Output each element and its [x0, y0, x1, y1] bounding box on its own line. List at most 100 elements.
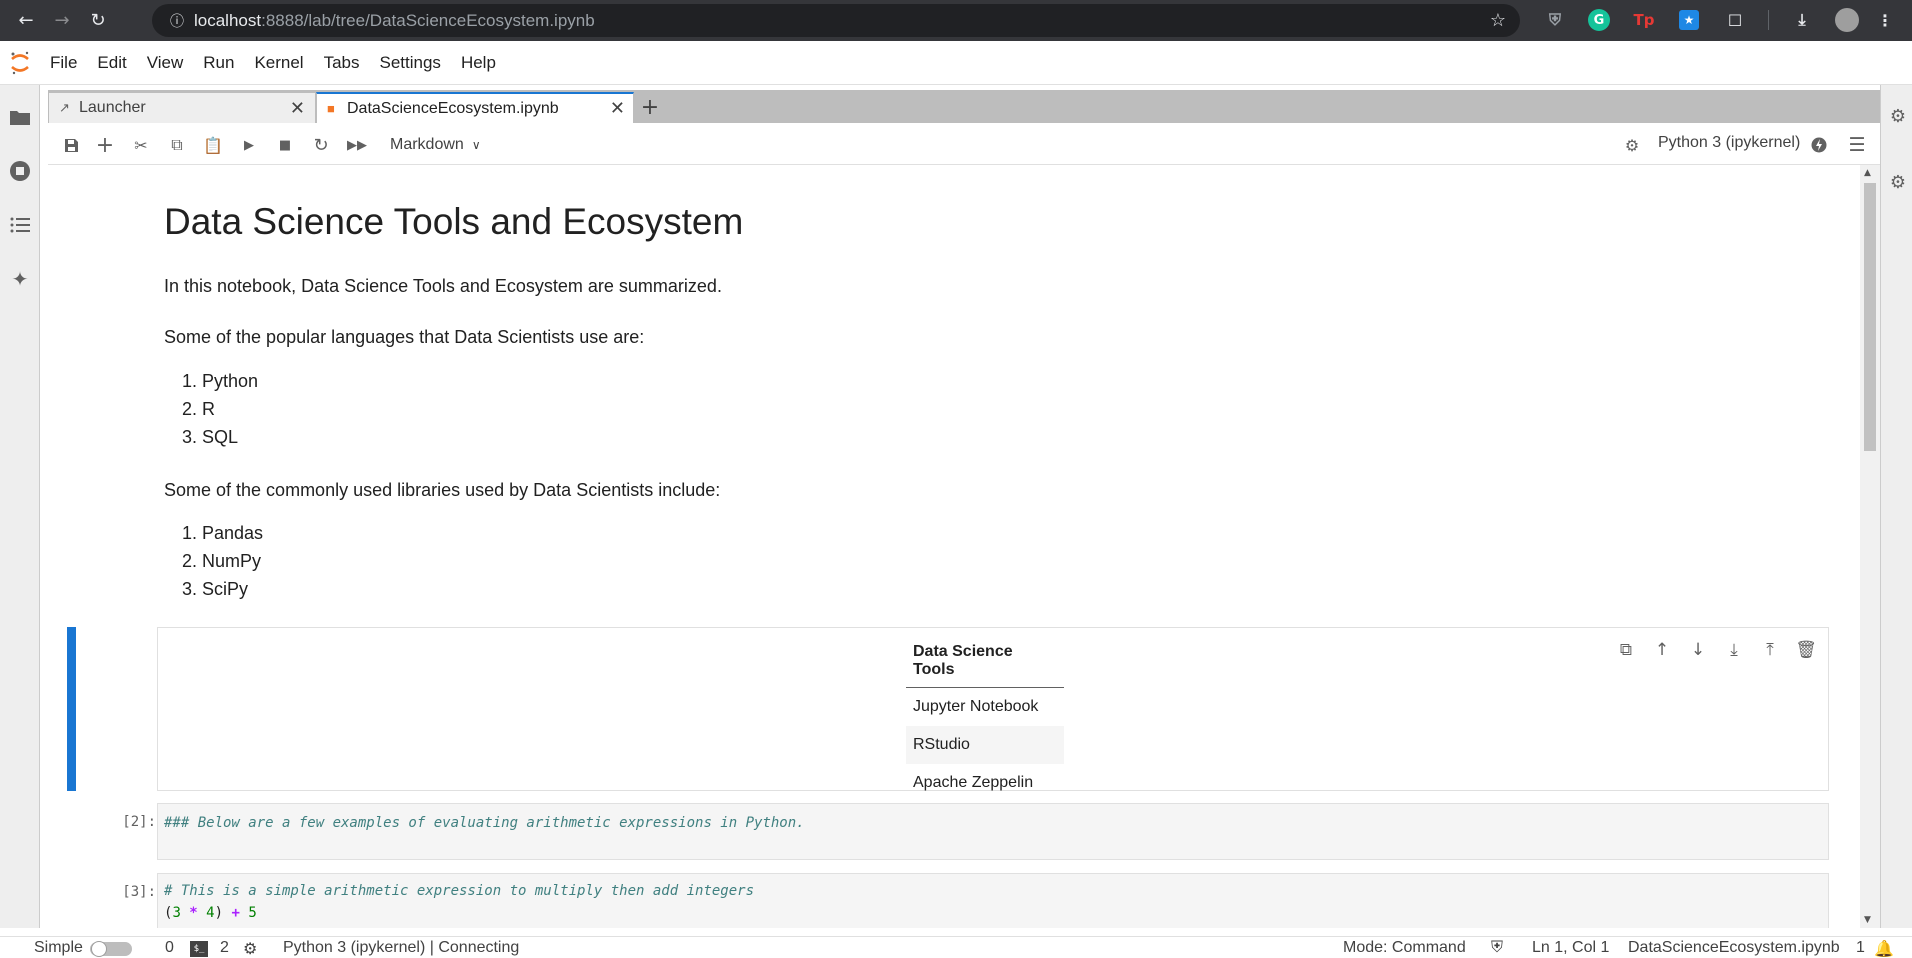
- save-icon[interactable]: [58, 132, 84, 158]
- property-inspector-icon[interactable]: ⚙: [1887, 105, 1909, 127]
- list-item: 1. Pandas: [182, 523, 264, 543]
- profile-avatar[interactable]: [1835, 8, 1859, 32]
- code-line: # This is a simple arithmetic expression…: [164, 883, 755, 899]
- close-tab-notebook-icon[interactable]: ✕: [610, 98, 625, 119]
- bookmark-star-icon[interactable]: ☆: [1490, 10, 1506, 31]
- kernel-status-icon: [1806, 132, 1832, 158]
- menu-file[interactable]: File: [40, 53, 87, 73]
- kernel-count[interactable]: 0: [165, 939, 174, 957]
- shield-extension-icon[interactable]: ⛨: [1543, 8, 1567, 32]
- languages-intro: Some of the popular languages that Data …: [164, 327, 645, 347]
- browser-menu-icon[interactable]: ⋮: [1873, 8, 1897, 32]
- active-cell-collapser[interactable]: [67, 627, 76, 791]
- bell-icon[interactable]: 🔔: [1874, 939, 1894, 958]
- tab-notebook[interactable]: ■ DataScienceEcosystem.ipynb ✕: [316, 92, 634, 123]
- table-row: Jupyter Notebook: [913, 698, 1039, 716]
- list-item: 3. SQL: [182, 427, 239, 447]
- notification-count[interactable]: 1: [1856, 939, 1865, 957]
- code-cell[interactable]: ### Below are a few examples of evaluati…: [157, 803, 1829, 860]
- debugger-icon[interactable]: ⚙: [1887, 171, 1909, 193]
- back-icon[interactable]: ←: [8, 3, 44, 39]
- notebook-title-heading: Data Science Tools and Ecosystem: [164, 201, 744, 242]
- folder-icon[interactable]: [8, 105, 32, 129]
- reload-icon[interactable]: ↻: [80, 3, 116, 39]
- restart-icon[interactable]: ↻: [308, 132, 334, 158]
- run-icon[interactable]: ▶: [236, 132, 262, 158]
- notebook-scrollbar[interactable]: ▲ ▼: [1860, 165, 1880, 928]
- libraries-list: 1. Pandas 2. NumPy 3. SciPy: [164, 519, 263, 603]
- running-kernels-icon[interactable]: [8, 159, 32, 183]
- status-bar: Simple 0 $_ 2 ⚙ Python 3 (ipykernel) | C…: [0, 936, 1912, 958]
- address-bar[interactable]: ⓘ localhost:8888/lab/tree/DataScienceEco…: [152, 4, 1520, 37]
- left-activity-bar: ✦: [0, 85, 40, 928]
- terminal-icon: $_: [190, 941, 208, 957]
- menu-kernel[interactable]: Kernel: [244, 53, 313, 73]
- intro-paragraph: In this notebook, Data Science Tools and…: [164, 276, 722, 296]
- menu-view[interactable]: View: [137, 53, 194, 73]
- scrollbar-thumb[interactable]: [1864, 183, 1876, 451]
- kernel-status-text[interactable]: Python 3 (ipykernel) | Connecting: [283, 939, 519, 957]
- extensions-puzzle-icon[interactable]: ☐: [1723, 8, 1747, 32]
- stop-icon[interactable]: ■: [272, 132, 298, 158]
- restart-run-all-icon[interactable]: ▶▶: [344, 132, 370, 158]
- tab-launcher-label: Launcher: [79, 99, 146, 116]
- cursor-position[interactable]: Ln 1, Col 1: [1532, 939, 1609, 957]
- cell-toolbar: ⧉ ↑ ↓ ⤓ ⤒ 🗑: [1613, 635, 1829, 665]
- cpu-icon: ⚙: [243, 941, 258, 958]
- tab-launcher[interactable]: ↗ Launcher ✕: [48, 92, 316, 123]
- cell-type-select[interactable]: Markdown ∨: [390, 132, 481, 158]
- url-path: :8888/lab/tree/DataScienceEcosystem.ipyn…: [261, 10, 595, 30]
- menu-help[interactable]: Help: [451, 53, 506, 73]
- code-token: +: [231, 905, 240, 921]
- extension-manager-icon[interactable]: ✦: [8, 267, 32, 291]
- menu-hamburger-icon[interactable]: ☰: [1844, 132, 1870, 158]
- forward-icon[interactable]: →: [44, 3, 80, 39]
- table-of-contents-icon[interactable]: [8, 213, 32, 237]
- menu-tabs[interactable]: Tabs: [314, 53, 370, 73]
- simple-mode-toggle[interactable]: [90, 941, 132, 957]
- new-tab-plus-icon[interactable]: +: [636, 94, 664, 120]
- copy-icon[interactable]: ⧉: [164, 132, 190, 158]
- move-down-icon[interactable]: ↓: [1685, 637, 1711, 663]
- menu-edit[interactable]: Edit: [87, 53, 136, 73]
- url-host: localhost: [194, 10, 262, 30]
- kernel-name-button[interactable]: Python 3 (ipykernel): [1658, 134, 1800, 152]
- bookmark-extension-icon[interactable]: ★: [1679, 10, 1699, 30]
- scroll-down-icon[interactable]: ▼: [1864, 915, 1871, 925]
- cell-type-value: Markdown: [390, 136, 464, 153]
- close-tab-launcher-icon[interactable]: ✕: [290, 98, 305, 119]
- cut-icon[interactable]: ✂: [128, 132, 154, 158]
- notebook-toolbar: + ✂ ⧉ 📋 ▶ ■ ↻ ▶▶ Markdown ∨ ⚙ Python 3 (…: [48, 124, 1880, 165]
- bug-icon[interactable]: ⚙: [1619, 132, 1645, 158]
- browser-toolbar: ← → ↻ ⓘ localhost:8888/lab/tree/DataScie…: [0, 0, 1912, 41]
- menu-settings[interactable]: Settings: [370, 53, 451, 73]
- table-row: Apache Zeppelin: [913, 774, 1034, 791]
- insert-above-icon[interactable]: ⤓: [1721, 637, 1747, 663]
- notebook-mode: Mode: Command: [1343, 939, 1466, 956]
- list-item: 1. Python: [182, 371, 259, 391]
- cell-prompt: [3]:: [122, 884, 156, 900]
- grammarly-extension-icon[interactable]: G: [1588, 9, 1610, 31]
- move-up-icon[interactable]: ↑: [1649, 637, 1675, 663]
- site-info-icon[interactable]: ⓘ: [160, 11, 194, 31]
- code-cell[interactable]: # This is a simple arithmetic expression…: [157, 873, 1829, 928]
- delete-cell-icon[interactable]: 🗑: [1793, 637, 1819, 663]
- toolbar-divider: [1768, 10, 1769, 30]
- duplicate-cell-icon[interactable]: ⧉: [1613, 637, 1639, 663]
- code-token: ): [214, 905, 232, 921]
- scroll-up-icon[interactable]: ▲: [1864, 168, 1871, 178]
- tp-extension-icon[interactable]: Tp: [1632, 8, 1656, 32]
- notebook-panel: Data Science Tools and Ecosystem In this…: [48, 165, 1880, 928]
- download-icon[interactable]: ⤓: [1790, 8, 1814, 32]
- insert-cell-icon[interactable]: +: [92, 132, 118, 158]
- notebook-tab-icon: ■: [327, 101, 335, 116]
- paste-icon[interactable]: 📋: [200, 132, 226, 158]
- menu-run[interactable]: Run: [193, 53, 244, 73]
- insert-below-icon[interactable]: ⤒: [1757, 637, 1783, 663]
- launcher-tab-icon: ↗: [59, 100, 70, 115]
- terminal-count[interactable]: 2: [220, 939, 229, 957]
- code-line: (3 * 4) + 5: [164, 905, 257, 921]
- languages-list: 1. Python 2. R 3. SQL: [164, 367, 258, 451]
- trusted-shield-icon[interactable]: ⛨: [1491, 939, 1503, 957]
- code-token: 5: [239, 905, 257, 921]
